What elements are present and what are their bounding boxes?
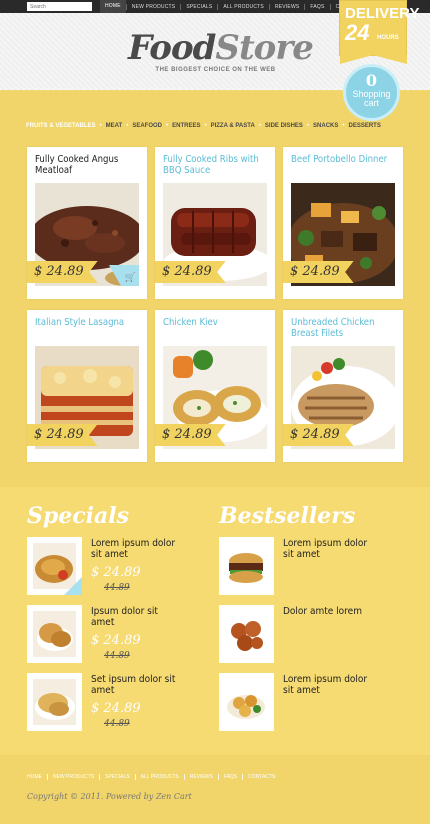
product-price: $ 24.89 — [27, 424, 98, 446]
special-corner — [64, 577, 82, 595]
bestseller-thumb[interactable] — [219, 673, 274, 731]
category-snacks[interactable]: SNACKS — [309, 123, 342, 129]
product-name[interactable]: Fully Cooked Ribs with BBQ Sauce — [163, 154, 271, 176]
product-name[interactable]: Italian Style Lasagna — [35, 317, 143, 328]
footer-nav: HOME NEW PRODUCTS SPECIALS ALL PRODUCTS … — [27, 774, 280, 780]
top-nav-home[interactable]: HOME — [100, 0, 126, 13]
footer-nav-home[interactable]: HOME — [27, 774, 47, 780]
delivery-hours: 24 — [345, 20, 370, 45]
specials-heading: Specials — [27, 503, 130, 529]
special-old-price: 44.89 — [104, 719, 130, 729]
tagline: THE BIGGEST CHOICE ON THE WEB — [155, 67, 276, 73]
delivery-badge: DELIVERY 24 HOURS — [339, 0, 419, 64]
top-nav: HOME NEW PRODUCTS SPECIALS ALL PRODUCTS … — [100, 0, 369, 13]
bestseller-name[interactable]: Lorem ipsum dolor sit amet — [283, 538, 373, 560]
top-nav-all-products[interactable]: ALL PRODUCTS — [218, 4, 269, 10]
product-name[interactable]: Unbreaded Chicken Breast Filets — [291, 317, 399, 339]
category-nav: FRUITS & VEGETABLES • MEAT • SEAFOOD • ENTR… — [26, 123, 385, 129]
top-nav-specials[interactable]: SPECIALS — [181, 4, 217, 10]
search-input[interactable] — [27, 2, 92, 11]
special-thumb[interactable] — [27, 605, 82, 663]
product-price: $ 24.89 — [155, 261, 226, 283]
footer-nav-reviews[interactable]: REVIEWS — [185, 774, 218, 780]
special-thumb[interactable] — [27, 673, 82, 731]
cart-count: 0 — [365, 71, 378, 90]
footer-nav-faqs[interactable]: FAQS — [219, 774, 242, 780]
cart-icon[interactable]: 🛒 — [125, 272, 136, 283]
footer-nav-contacts[interactable]: CONTACTS — [243, 774, 280, 780]
bestseller-thumb[interactable] — [219, 537, 274, 595]
delivery-hours-label: HOURS — [377, 35, 399, 41]
bestsellers-heading: Bestsellers — [219, 503, 356, 529]
category-seafood[interactable]: SEAFOOD — [128, 123, 166, 129]
top-nav-new-products[interactable]: NEW PRODUCTS — [127, 4, 181, 10]
product-card[interactable]: Chicken Kiev $ 24.89 — [155, 310, 275, 462]
product-card[interactable]: Beef Portobello Dinner $ 24.89 — [283, 147, 403, 299]
footer-nav-specials[interactable]: SPECIALS — [100, 774, 134, 780]
special-thumb[interactable] — [27, 537, 82, 595]
product-card[interactable]: Italian Style Lasagna $ 24.89 — [27, 310, 147, 462]
bestseller-name[interactable]: Dolor amte lorem — [283, 606, 373, 617]
category-meat[interactable]: MEAT — [102, 123, 127, 129]
special-price: $ 24.89 — [91, 565, 141, 580]
footer-nav-all-products[interactable]: ALL PRODUCTS — [136, 774, 184, 780]
category-pizza-pasta[interactable]: PIZZA & PASTA — [207, 123, 259, 129]
special-old-price: 44.89 — [104, 651, 130, 661]
category-entrees[interactable]: ENTREES — [168, 123, 204, 129]
product-price: $ 24.89 — [27, 261, 98, 283]
product-name[interactable]: Beef Portobello Dinner — [291, 154, 399, 165]
footer: HOME NEW PRODUCTS SPECIALS ALL PRODUCTS … — [0, 755, 430, 824]
footer-nav-new-products[interactable]: NEW PRODUCTS — [48, 774, 99, 780]
product-price: $ 24.89 — [283, 261, 354, 283]
special-name[interactable]: Set ipsum dolor sit amet — [91, 674, 181, 696]
product-price: $ 24.89 — [155, 424, 226, 446]
bestseller-thumb[interactable] — [219, 605, 274, 663]
top-nav-reviews[interactable]: REVIEWS — [270, 4, 304, 10]
bestseller-name[interactable]: Lorem ipsum dolor sit amet — [283, 674, 373, 696]
shopping-cart-button[interactable]: 0 Shopping cart — [343, 64, 400, 121]
special-price: $ 24.89 — [91, 633, 141, 648]
category-desserts[interactable]: DESSERTS — [345, 123, 385, 129]
copyright: Copyright © 2011. Powered by Zen Cart — [27, 792, 192, 801]
product-name[interactable]: Fully Cooked Angus Meatloaf — [35, 154, 143, 176]
logo-part2: Store — [215, 28, 313, 68]
logo-part1: Food — [128, 28, 216, 68]
top-nav-faqs[interactable]: FAQS — [305, 4, 329, 10]
category-fruits-vegetables[interactable]: FRUITS & VEGETABLES — [26, 123, 100, 129]
category-side-dishes[interactable]: SIDE DISHES — [261, 123, 307, 129]
logo[interactable]: FoodStore — [128, 28, 314, 68]
cart-label-2: cart — [363, 98, 379, 108]
product-card[interactable]: Unbreaded Chicken Breast Filets $ 24.89 — [283, 310, 403, 462]
special-old-price: 44.89 — [104, 583, 130, 593]
special-name[interactable]: Lorem ipsum dolor sit amet — [91, 538, 181, 560]
product-card[interactable]: Fully Cooked Angus Meatloaf $ 24.89 🛒 — [27, 147, 147, 299]
special-name[interactable]: Ipsum dolor sit amet — [91, 606, 181, 628]
product-name[interactable]: Chicken Kiev — [163, 317, 271, 328]
special-price: $ 24.89 — [91, 701, 141, 716]
product-price: $ 24.89 — [283, 424, 354, 446]
product-card[interactable]: Fully Cooked Ribs with BBQ Sauce $ 24.89 — [155, 147, 275, 299]
